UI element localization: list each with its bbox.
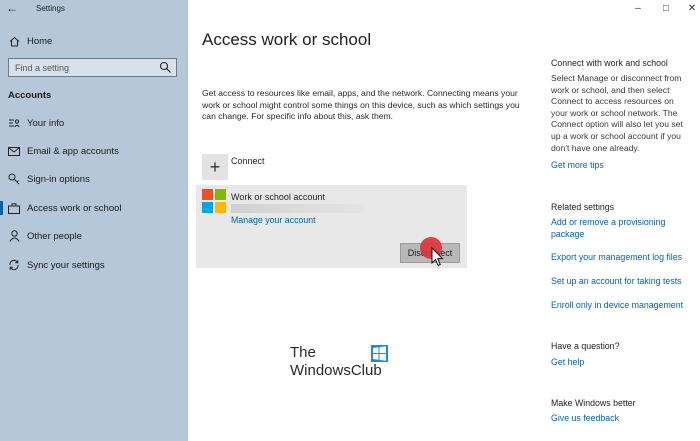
sidebar-item-label: Email & app accounts: [27, 145, 119, 157]
mouse-cursor-icon: [431, 246, 445, 267]
search-placeholder: Find a setting: [15, 63, 70, 73]
account-card[interactable]: Work or school account Manage your accou…: [196, 185, 467, 268]
watermark-line1: The: [290, 344, 316, 361]
manage-account-link[interactable]: Manage your account: [231, 215, 316, 225]
close-icon[interactable]: ✕: [686, 3, 698, 14]
app-title: Settings: [36, 4, 65, 13]
microsoft-logo-icon: [202, 189, 226, 213]
connect-help-heading: Connect with work and school: [551, 58, 668, 68]
sidebar-item-label: Sync your settings: [27, 259, 105, 271]
connect-label: Connect: [231, 156, 265, 166]
sidebar-item-label: Sign-in options: [27, 173, 90, 185]
related-link-export-logs[interactable]: Export your management log files: [551, 252, 691, 264]
connect-button[interactable]: + Connect: [202, 154, 322, 180]
home-icon: [8, 35, 20, 47]
section-label: Accounts: [8, 90, 52, 101]
person-icon: [8, 230, 20, 242]
related-link-taking-tests[interactable]: Set up an account for taking tests: [551, 276, 691, 288]
sidebar-item-your-info[interactable]: Your info: [0, 111, 188, 135]
windows-logo-icon: [371, 345, 388, 362]
related-link-enroll[interactable]: Enroll only in device management: [551, 300, 691, 312]
redacted-email-bar: [231, 204, 364, 213]
related-settings-heading: Related settings: [551, 202, 615, 212]
plus-icon: +: [202, 154, 228, 180]
sidebar-item-email[interactable]: Email & app accounts: [0, 139, 188, 163]
related-link-provisioning[interactable]: Add or remove a provisioning package: [551, 217, 681, 240]
account-name: Work or school account: [231, 192, 325, 202]
make-windows-better-heading: Make Windows better: [551, 398, 636, 408]
search-icon[interactable]: [159, 61, 172, 74]
get-more-tips-link[interactable]: Get more tips: [551, 160, 691, 172]
mail-icon: [8, 145, 20, 157]
sidebar-item-label: Home: [27, 35, 53, 47]
watermark-line2: WindowsClub: [290, 362, 382, 379]
key-icon: [8, 173, 20, 185]
sidebar-item-home[interactable]: Home: [0, 29, 188, 53]
search-input[interactable]: Find a setting: [8, 58, 177, 77]
sidebar-item-label: Your info: [27, 117, 65, 129]
maximize-icon[interactable]: □: [660, 3, 672, 14]
sidebar-item-sign-in-options[interactable]: Sign-in options: [0, 167, 188, 191]
question-heading: Have a question?: [551, 341, 620, 351]
person-card-icon: [8, 117, 20, 129]
minimize-icon[interactable]: –: [632, 3, 644, 14]
sidebar: ← Settings Home Find a setting Accounts …: [0, 0, 188, 441]
give-feedback-link[interactable]: Give us feedback: [551, 413, 691, 425]
sidebar-item-sync-your-settings[interactable]: Sync your settings: [0, 253, 188, 277]
sidebar-item-label: Access work or school: [27, 202, 122, 214]
briefcase-icon: [8, 202, 20, 214]
sidebar-item-other-people[interactable]: Other people: [0, 224, 188, 248]
get-help-link[interactable]: Get help: [551, 357, 691, 369]
sidebar-item-access-work-or-school[interactable]: Access work or school: [0, 196, 188, 220]
page-description: Get access to resources like email, apps…: [202, 88, 520, 122]
page-title: Access work or school: [202, 30, 372, 49]
sidebar-item-label: Other people: [27, 230, 82, 242]
back-arrow-icon[interactable]: ←: [6, 1, 18, 15]
connect-help-text: Select Manage or disconnect from work or…: [551, 73, 683, 153]
sync-icon: [8, 259, 20, 271]
